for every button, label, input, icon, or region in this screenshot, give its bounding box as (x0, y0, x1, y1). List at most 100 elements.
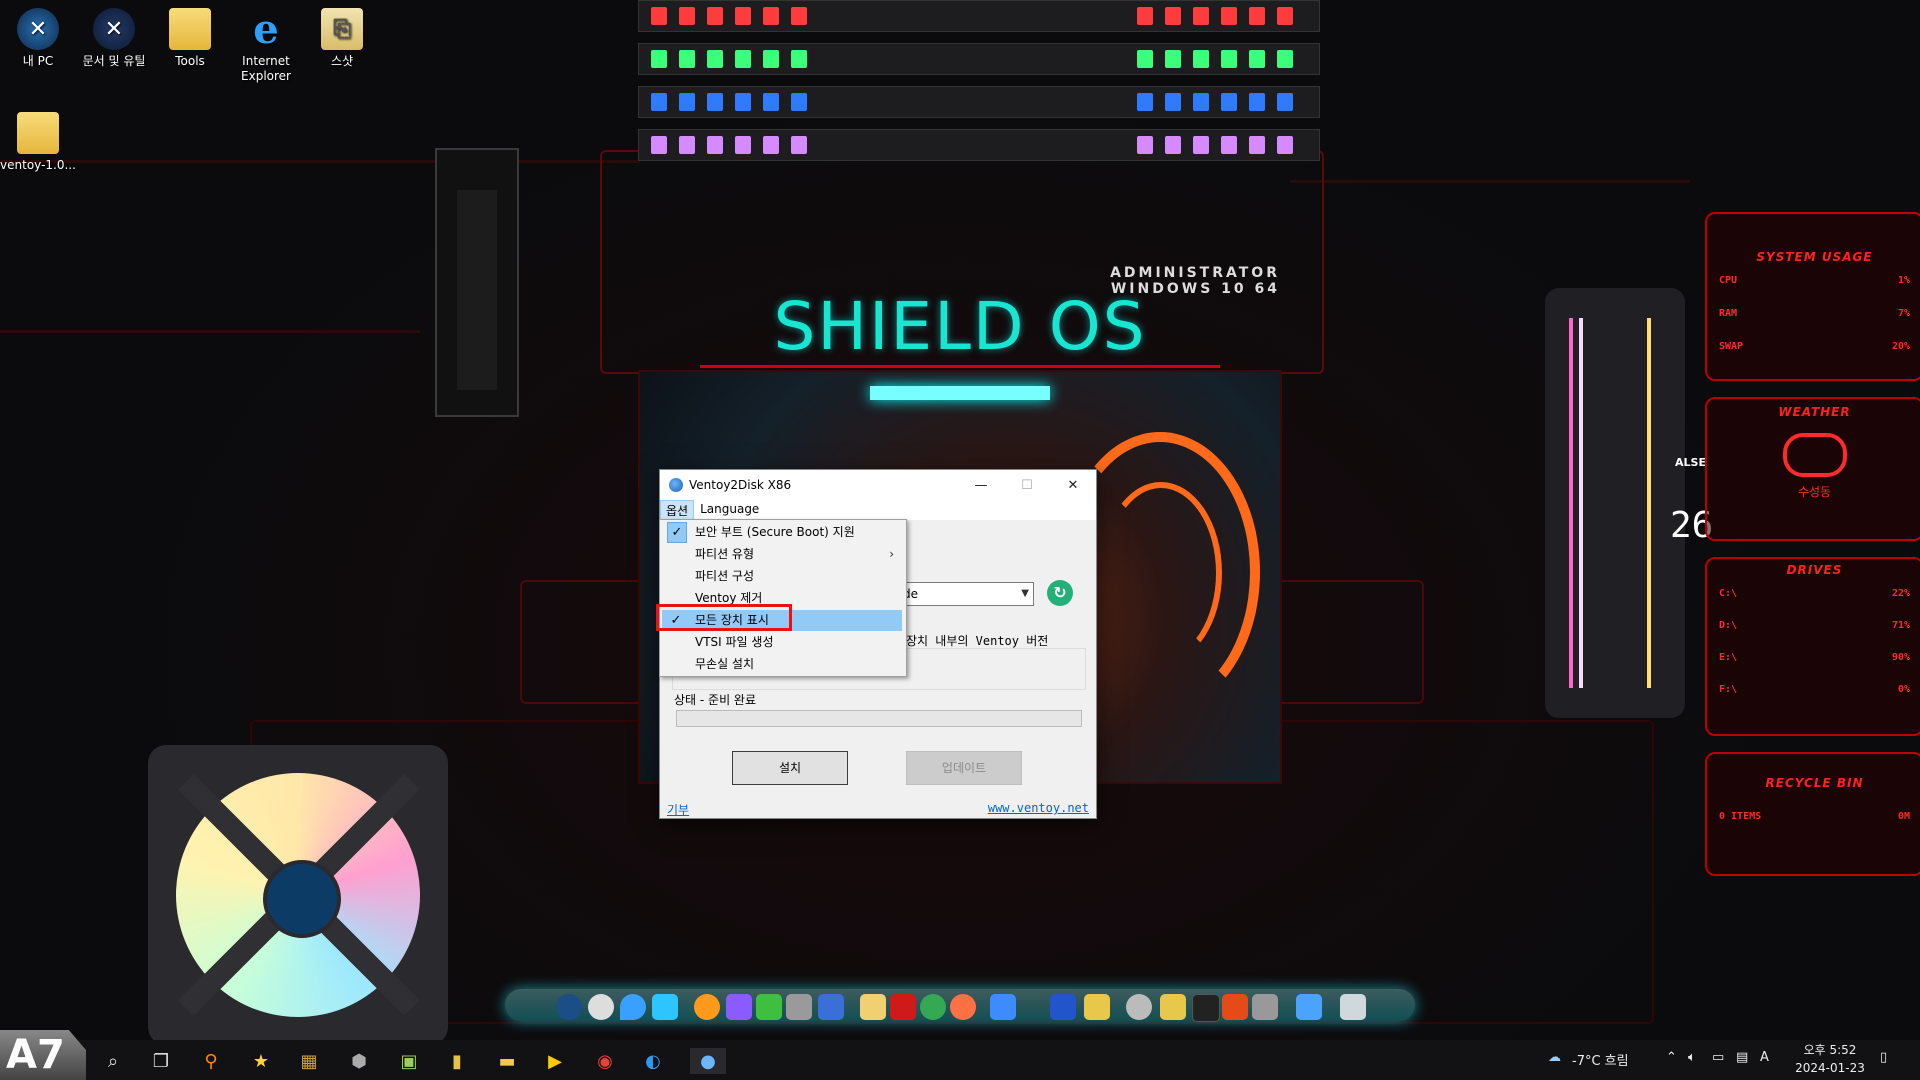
red-app-icon[interactable] (890, 994, 916, 1020)
desktop-icon-screenshots[interactable]: ⎘ 스샷 (304, 8, 380, 69)
menu-item-generate-vtsi[interactable]: VTSI 파일 생성 (662, 632, 902, 653)
menu-item-partition-type[interactable]: 파티션 유형 › (662, 544, 902, 565)
color-app-icon[interactable] (920, 994, 946, 1020)
archive-taskbar-icon[interactable]: ▦ (296, 1048, 322, 1074)
ssd-image (435, 148, 519, 417)
fan-image (148, 745, 448, 1045)
desktop-icon-docs-utils[interactable]: ✕ 문서 및 유틸 (76, 8, 152, 69)
document-icon[interactable] (860, 994, 886, 1020)
monitor-app-icon[interactable] (818, 994, 844, 1020)
search-app-taskbar-icon[interactable]: ⚲ (198, 1048, 224, 1074)
cooler-image (1545, 288, 1685, 718)
chevron-right-icon: › (889, 547, 894, 561)
ram-led (1137, 136, 1153, 154)
hexagon-icon[interactable]: ⬢ (346, 1048, 372, 1074)
ram-led (679, 136, 695, 154)
terminal-icon[interactable] (1192, 994, 1220, 1022)
eye-app-icon[interactable] (950, 994, 976, 1020)
image-viewer-icon[interactable]: ▣ (396, 1048, 422, 1074)
file-explorer-icon[interactable]: ▬ (494, 1048, 520, 1074)
tray-app-icon[interactable]: ▤ (1736, 1050, 1748, 1065)
grid-app-icon[interactable] (786, 994, 812, 1020)
show-hidden-icons-icon[interactable]: ⌃ (1666, 1050, 1677, 1065)
ram-led (651, 93, 667, 111)
window-title: Ventoy2Disk X86 (689, 478, 792, 492)
ram-led (735, 93, 751, 111)
menu-bar: 옵션 Language (660, 500, 1096, 520)
donate-link[interactable]: 기부 (667, 801, 689, 818)
menu-options[interactable]: 옵션 (660, 500, 695, 520)
gear-icon[interactable] (652, 994, 678, 1020)
desktop-icon-ventoy[interactable]: ventoy-1.0... (0, 112, 76, 173)
task-view-icon[interactable]: ❐ (148, 1048, 174, 1074)
taskbar-clock[interactable]: 오후 5:52 2024-01-23 (1780, 1041, 1880, 1077)
refresh-icon[interactable]: ↻ (1047, 580, 1073, 606)
my-pc-icon: ✕ (17, 8, 59, 50)
website-link[interactable]: www.ventoy.net (988, 801, 1089, 815)
notepad-icon[interactable]: ▮ (444, 1048, 470, 1074)
shield-app-icon[interactable] (556, 994, 582, 1020)
hud-weather-panel: WEATHER 수성동 (1705, 397, 1920, 541)
menu-item-non-destructive-install[interactable]: 무손실 설치 (662, 654, 902, 675)
ram-led (1221, 136, 1237, 154)
taskbar-weather[interactable]: -7°C 흐림 (1572, 1050, 1629, 1069)
ram-led (1165, 7, 1181, 25)
wand-icon[interactable] (1160, 994, 1186, 1020)
menu-item-partition-config[interactable]: 파티션 구성 (662, 566, 902, 587)
ventoy-taskbar-icon[interactable]: ● (690, 1048, 726, 1074)
folder-icon (169, 8, 211, 50)
clock-date: 2024-01-23 (1795, 1061, 1865, 1075)
ime-indicator[interactable]: A (1760, 1050, 1769, 1065)
cloud-weather-icon[interactable]: ☁ (1548, 1050, 1561, 1065)
start-logo[interactable]: A7 (0, 1030, 86, 1080)
star-icon[interactable]: ★ (248, 1048, 274, 1074)
menu-language[interactable]: Language (694, 500, 765, 520)
chrome-icon[interactable]: ◉ (592, 1048, 618, 1074)
desktop-icon-my-pc[interactable]: ✕ 내 PC (0, 8, 76, 69)
minimize-button[interactable]: — (958, 470, 1004, 500)
media-player-icon[interactable]: ▶ (542, 1048, 568, 1074)
clock-time: 오후 5:52 (1803, 1043, 1857, 1057)
ram-led (1193, 7, 1209, 25)
ram-led (1277, 7, 1293, 25)
status-label: 상태 - 준비 완료 (674, 693, 757, 707)
network-icon[interactable] (1296, 994, 1322, 1020)
desktop-icon-tools[interactable]: Tools (152, 8, 228, 69)
ram-led (1137, 50, 1153, 68)
update-button[interactable]: 업데이트 (906, 751, 1022, 785)
ram-led (1221, 50, 1237, 68)
desktop-icon-internet-explorer[interactable]: e Internet Explorer (228, 8, 304, 84)
search-icon[interactable]: ⌕ (100, 1048, 126, 1074)
hud-system-panel: SYSTEM USAGE CPU 1% RAM 7% SWAP 20% (1705, 212, 1920, 381)
sync-app-icon[interactable] (990, 994, 1016, 1020)
ram-led (707, 136, 723, 154)
ram-led (1249, 7, 1265, 25)
notification-icon[interactable]: ▯ (1880, 1050, 1887, 1065)
device-select[interactable]: de ▼ (900, 582, 1034, 606)
ram-led (791, 93, 807, 111)
close-button[interactable]: ✕ (1050, 470, 1096, 500)
install-button[interactable]: 설치 (732, 751, 848, 785)
volume-icon[interactable]: 🔈︎ (1688, 1050, 1696, 1065)
close-app-icon[interactable] (1222, 994, 1248, 1020)
wrench-icon[interactable] (1252, 994, 1278, 1020)
monitor-icon[interactable] (1050, 994, 1076, 1020)
edge-icon[interactable]: ◐ (640, 1048, 666, 1074)
h-app-icon[interactable] (756, 994, 782, 1020)
internet-explorer-icon: e (253, 5, 279, 53)
recycle-bin-icon[interactable] (1340, 994, 1366, 1020)
cooler-brand: ALSE (1675, 456, 1706, 469)
menu-item-secure-boot[interactable]: ✓ 보안 부트 (Secure Boot) 지원 (662, 522, 902, 543)
droplet-icon[interactable] (620, 994, 646, 1020)
ram-led (651, 7, 667, 25)
ram-led (679, 50, 695, 68)
search-app-icon[interactable] (694, 994, 720, 1020)
shield-dark-icon[interactable] (588, 994, 614, 1020)
disk-icon[interactable] (1126, 994, 1152, 1020)
notebook-icon[interactable] (726, 994, 752, 1020)
title-bar[interactable]: Ventoy2Disk X86 — ☐ ✕ (660, 470, 1096, 500)
maximize-button[interactable]: ☐ (1004, 470, 1050, 500)
ram-led (763, 50, 779, 68)
network-tray-icon[interactable]: ▭ (1712, 1050, 1724, 1065)
tools-icon[interactable] (1084, 994, 1110, 1020)
